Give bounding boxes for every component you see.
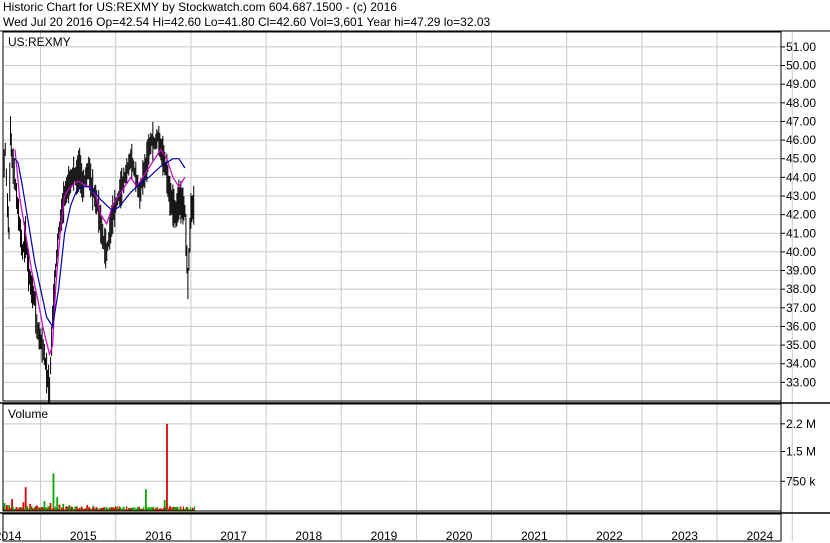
volume-tick-label: 1.5 M xyxy=(786,445,816,459)
chart-frame xyxy=(0,30,830,542)
x-tick-label: 2017 xyxy=(220,529,247,543)
price-bars xyxy=(2,116,195,404)
y-tick-label: 33.00 xyxy=(786,375,816,389)
price-panel-border xyxy=(2,31,782,402)
volume-tick-label: 2.2 M xyxy=(786,417,816,431)
y-tick-label: 47.00 xyxy=(786,114,816,128)
y-tick-label: 48.00 xyxy=(786,96,816,110)
x-tick-label: 2019 xyxy=(371,529,398,543)
y-tick-label: 34.00 xyxy=(786,357,816,371)
price-panel-label: US:REXMY xyxy=(8,35,71,49)
y-tick-label: 36.00 xyxy=(786,319,816,333)
grid-lines xyxy=(3,32,793,541)
x-tick-label: 2014 xyxy=(0,529,22,543)
y-tick-label: 45.00 xyxy=(786,152,816,166)
x-tick-label: 2021 xyxy=(521,529,548,543)
y-tick-label: 51.00 xyxy=(786,40,816,54)
x-tick-label: 2015 xyxy=(70,529,97,543)
volume-tick-label: 750 k xyxy=(786,474,816,488)
x-tick-label: 2022 xyxy=(596,529,623,543)
volume-panel-border xyxy=(2,403,782,512)
x-tick-label: 2020 xyxy=(446,529,473,543)
y-tick-label: 41.00 xyxy=(786,226,816,240)
x-tick-label: 2023 xyxy=(671,529,698,543)
y-tick-label: 50.00 xyxy=(786,59,816,73)
volume-bar xyxy=(52,473,55,511)
y-tick-label: 38.00 xyxy=(786,282,816,296)
y-tick-label: 42.00 xyxy=(786,208,816,222)
y-tick-label: 49.00 xyxy=(786,77,816,91)
volume-bar xyxy=(166,423,168,511)
y-tick-label: 39.00 xyxy=(786,264,816,278)
x-tick-label: 2016 xyxy=(145,529,172,543)
y-tick-label: 37.00 xyxy=(786,301,816,315)
y-tick-label: 35.00 xyxy=(786,338,816,352)
y-tick-label: 43.00 xyxy=(786,189,816,203)
y-tick-label: 40.00 xyxy=(786,245,816,259)
y-tick-label: 46.00 xyxy=(786,133,816,147)
axis-labels: 51.00 50.00 49.00 48.00 47.00 46.00 45.00 44.00… xyxy=(0,40,816,543)
x-tick-label: 2024 xyxy=(746,529,773,543)
x-tick-label: 2018 xyxy=(295,529,322,543)
y-tick-label: 44.00 xyxy=(786,170,816,184)
volume-panel-label: Volume xyxy=(8,407,48,421)
stock-chart: 51.00 50.00 49.00 48.00 47.00 46.00 45.00 44.00… xyxy=(0,30,830,543)
volume-bar xyxy=(193,506,195,511)
volume-bars xyxy=(2,423,195,511)
